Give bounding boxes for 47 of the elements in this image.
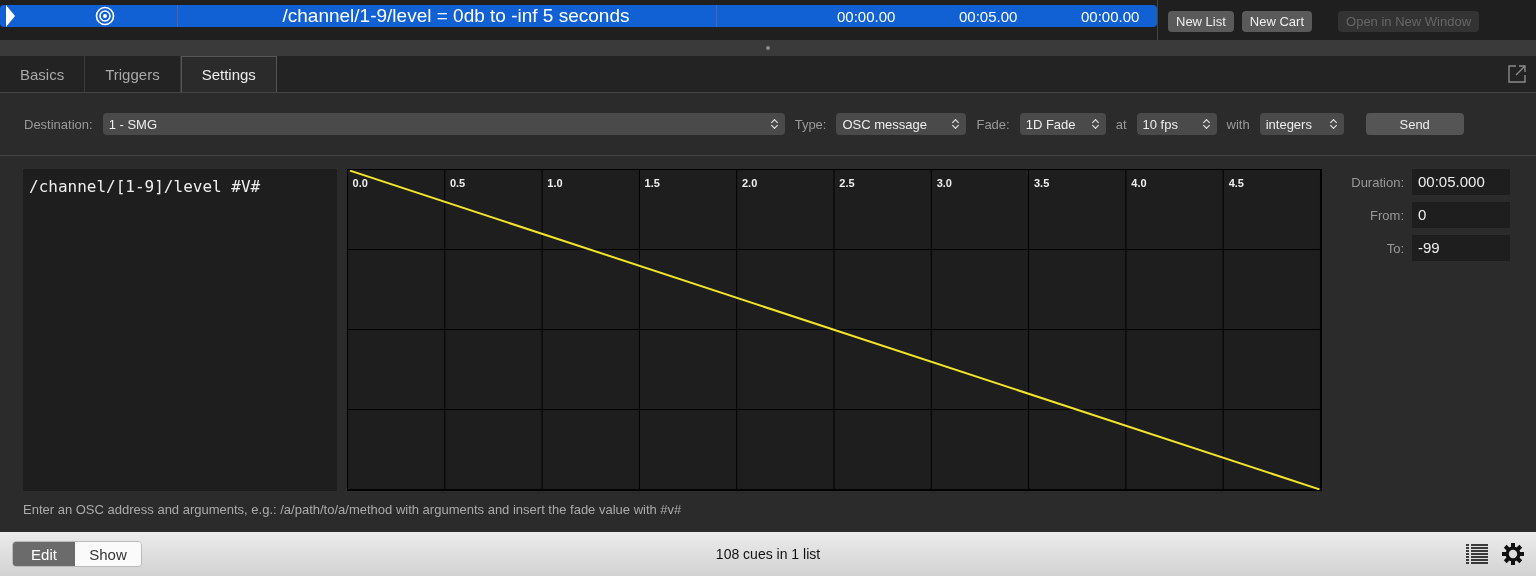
cue-row[interactable]: /channel/1-9/level = 0db to -inf 5 seconds 00:00.00 00:05.00 00:00.00 [0, 5, 1157, 27]
axis-label: 1.5 [644, 177, 660, 189]
field-label: From: [1369, 207, 1404, 223]
message-field[interactable]: /channel/[1-9]/level #V# [23, 169, 337, 491]
input-field[interactable]: 00:05.000 [1412, 169, 1510, 195]
settings-icon[interactable] [1502, 543, 1524, 565]
fade-select[interactable]: 1D Fade [1019, 113, 1106, 135]
mode-toggle[interactable]: Edit [13, 542, 75, 566]
cue-name: /channel/1-9/level = 0db to -inf 5 seconds [196, 5, 717, 27]
target-icon [95, 6, 115, 26]
mode-toggle[interactable]: Show [75, 542, 141, 566]
axis-label: 0.5 [449, 177, 466, 189]
axis-label: 3.5 [1034, 177, 1050, 189]
cue-time: 00:00.00 [837, 7, 897, 25]
field-label: Fade: [976, 116, 1010, 132]
input-field[interactable]: 0 [1412, 202, 1510, 228]
pop-out-icon[interactable] [1508, 65, 1526, 83]
axis-label: 4.0 [1131, 177, 1147, 189]
field-label: at [1115, 116, 1127, 132]
cue-time: 00:00.00 [1081, 7, 1141, 25]
playhead-icon [6, 5, 15, 27]
axis-label: 4.5 [1228, 177, 1244, 189]
field-label: To: [1385, 240, 1404, 256]
toolbar-button[interactable]: New List [1168, 11, 1234, 32]
axis-label: 1.0 [547, 177, 563, 189]
input-field[interactable]: -99 [1412, 235, 1510, 261]
toolbar-button[interactable]: New Cart [1241, 11, 1313, 32]
fps-select[interactable]: 10 fps [1136, 113, 1217, 135]
cue-time: 00:05.00 [959, 7, 1019, 25]
tab[interactable]: Settings [180, 56, 277, 92]
axis-label: 2.5 [839, 177, 855, 189]
axis-label: 3.0 [936, 177, 952, 189]
fade-graph[interactable]: 0.0 0.5 1.0 1.5 2.0 2.5 3.0 3.5 4.0 4.5 [346, 169, 1322, 491]
field-label: Duration: [1350, 174, 1404, 190]
destination-select[interactable]: 1 - SMG [102, 113, 785, 135]
axis-label: 0.0 [352, 177, 368, 189]
axis-label: 2.0 [741, 177, 758, 189]
field-label: Type: [794, 116, 827, 132]
hint-text: Enter an OSC address and arguments, e.g.: /a/path/to/a/method with arguments and insert the fade value with #v# [22, 501, 683, 519]
type-select[interactable]: OSC message [836, 113, 967, 135]
split-handle[interactable] [766, 46, 770, 50]
status-text: 108 cues in 1 list [715, 546, 821, 562]
send-button[interactable]: Send [1365, 113, 1464, 135]
field-label: Destination: [24, 116, 93, 132]
list-icon[interactable] [1466, 544, 1488, 564]
number-type-select[interactable]: integers [1259, 113, 1344, 135]
field-label: with [1226, 116, 1250, 132]
